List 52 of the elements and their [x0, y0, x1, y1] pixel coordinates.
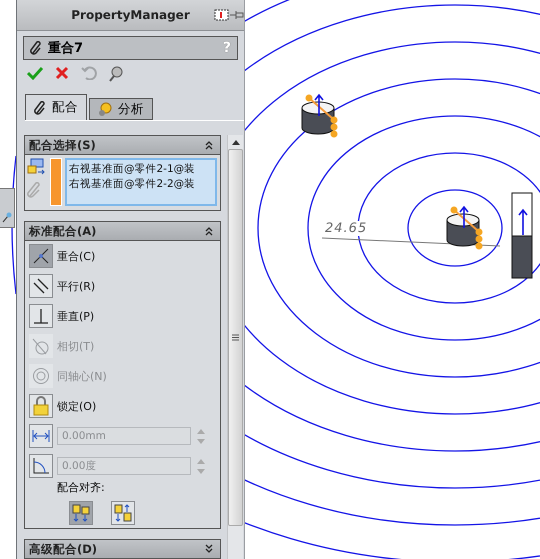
- parallel-lines-icon: [32, 277, 50, 295]
- angle-button[interactable]: [29, 454, 53, 478]
- concentric-circles-icon: [32, 367, 50, 385]
- collapse-icon[interactable]: [204, 140, 214, 150]
- perpendicular-icon: [32, 307, 50, 325]
- mate-type-label: 垂直(P): [57, 308, 94, 324]
- tangent-icon: [32, 337, 50, 355]
- scroll-up-icon[interactable]: [232, 139, 240, 145]
- selection-color-bar: [50, 158, 62, 206]
- mate-type-label: 平行(R): [57, 278, 96, 294]
- aligned-icon: [72, 504, 90, 522]
- zoom-icon[interactable]: [2, 211, 12, 223]
- mate-type-label: 锁定(O): [57, 398, 96, 414]
- section-title: 配合选择(S): [29, 138, 96, 152]
- mate-type-button[interactable]: [29, 274, 53, 298]
- close-icon[interactable]: [55, 66, 69, 80]
- feature-name: 重合7: [48, 40, 84, 57]
- pin-icon[interactable]: [214, 9, 244, 21]
- selection-list[interactable]: 右视基准面@零件2-1@装 右视基准面@零件2-2@装: [65, 158, 217, 206]
- paperclip-icon: [27, 182, 43, 198]
- angle-icon: [32, 457, 50, 475]
- dimension-value: 24.65: [325, 221, 368, 236]
- panel-tab[interactable]: 配合: [25, 94, 87, 120]
- alignment-button[interactable]: [111, 501, 135, 525]
- selection-item[interactable]: 右视基准面@零件2-1@装: [69, 162, 213, 177]
- checkmark-icon[interactable]: [27, 66, 43, 80]
- cylinder-part-drawing: [302, 94, 338, 138]
- distance-button[interactable]: [29, 424, 53, 448]
- scrollbar[interactable]: [227, 135, 243, 559]
- paperclip-icon: [34, 100, 46, 114]
- mate-type-button[interactable]: [29, 244, 53, 268]
- entities-icon: [27, 158, 45, 176]
- mate-type-label: 相切(T): [57, 338, 94, 354]
- panel-tab[interactable]: 分析: [89, 98, 153, 120]
- mate-type-label: 重合(C): [57, 248, 96, 264]
- cylinder-part-drawing: [446, 206, 482, 250]
- scrollbar-thumb[interactable]: [228, 149, 243, 526]
- selection-item[interactable]: 右视基准面@零件2-2@装: [69, 177, 213, 192]
- panel-title: PropertyManager: [71, 8, 190, 22]
- distance-icon: [32, 429, 50, 443]
- expand-icon[interactable]: [204, 544, 214, 554]
- section-title: 高级配合(D): [29, 542, 98, 556]
- mate-type-button[interactable]: [29, 304, 53, 328]
- alignment-button[interactable]: [69, 501, 93, 525]
- anti-aligned-icon: [114, 504, 132, 522]
- section-title: 标准配合(A): [29, 224, 96, 238]
- coincident-icon: [32, 247, 50, 265]
- paperclip-icon: [30, 41, 42, 55]
- lock-icon: [32, 396, 50, 416]
- mate-type-label: 同轴心(N): [57, 368, 107, 384]
- alignment-label: 配合对齐:: [57, 480, 106, 495]
- collapse-icon[interactable]: [204, 226, 214, 236]
